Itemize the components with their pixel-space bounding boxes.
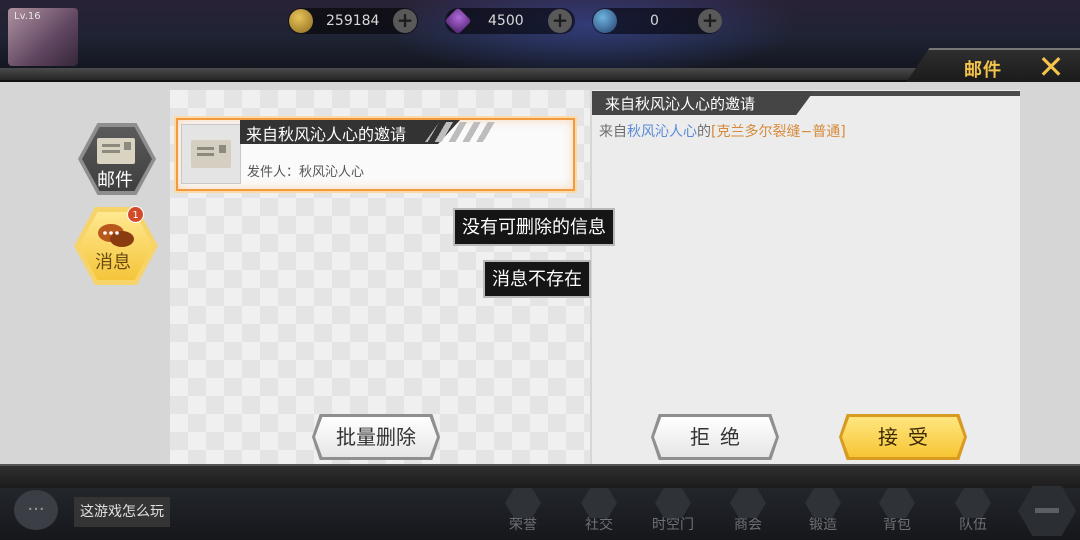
- nav-team[interactable]: 队伍: [940, 486, 1006, 538]
- accept-button[interactable]: 接受: [839, 414, 967, 460]
- window-title: 邮件: [964, 60, 1002, 81]
- batch-delete-button[interactable]: 批量删除: [312, 414, 440, 460]
- reject-button[interactable]: 拒绝: [651, 414, 779, 460]
- chat-bubbles-icon: [98, 224, 134, 247]
- detail-body-mid: 的: [697, 124, 711, 140]
- mail-detail-panel: [592, 90, 1020, 464]
- letter-icon: [191, 140, 231, 168]
- mail-item-title: 来自秋风沁人心的邀请: [246, 125, 407, 144]
- mail-item-sender: 发件人：秋风沁人心: [247, 165, 365, 180]
- gem-amount: 0: [650, 13, 659, 29]
- reject-label: 拒绝: [654, 417, 776, 457]
- mail-icon: [97, 138, 135, 164]
- nav-honor[interactable]: 荣誉: [490, 486, 556, 538]
- add-gold-button[interactable]: +: [393, 9, 417, 33]
- close-button[interactable]: ✕: [1034, 51, 1068, 83]
- batch-delete-label: 批量删除: [315, 417, 437, 457]
- detail-sender-link[interactable]: 秋风沁人心: [627, 124, 697, 140]
- window-bottom-frame: [0, 464, 1080, 488]
- add-crystal-button[interactable]: +: [548, 9, 572, 33]
- crystal-amount: 4500: [488, 13, 524, 29]
- accept-label: 接受: [842, 417, 964, 457]
- gold-coin-icon: [289, 9, 313, 33]
- nav-social[interactable]: 社交: [566, 486, 632, 538]
- detail-body-prefix: 来自: [599, 124, 627, 140]
- detail-dungeon-link[interactable]: [克兰多尔裂缝−普通]: [711, 124, 846, 140]
- tab-messages-label: 消息: [95, 252, 131, 273]
- detail-body: 来自秋风沁人心的[克兰多尔裂缝−普通]: [599, 121, 846, 141]
- blue-gem-icon: [593, 9, 617, 33]
- chat-icon[interactable]: ···: [14, 490, 58, 530]
- nav-bag[interactable]: 背包: [864, 486, 930, 538]
- nav-guild[interactable]: 商会: [715, 486, 781, 538]
- player-level: Lv.16: [14, 11, 41, 22]
- toast-message-missing: 消息不存在: [483, 260, 591, 298]
- tab-mail-label: 邮件: [97, 170, 133, 191]
- chat-hint[interactable]: 这游戏怎么玩: [74, 497, 170, 527]
- toast-no-deletable: 没有可删除的信息: [453, 208, 615, 246]
- nav-portal[interactable]: 时空门: [640, 486, 706, 538]
- gold-amount: 259184: [326, 13, 380, 29]
- detail-title: 来自秋风沁人心的邀请: [605, 95, 756, 113]
- nav-forge[interactable]: 锻造: [790, 486, 856, 538]
- unread-badge: 1: [127, 206, 144, 223]
- background-glow: [380, 0, 800, 70]
- add-gem-button[interactable]: +: [698, 9, 722, 33]
